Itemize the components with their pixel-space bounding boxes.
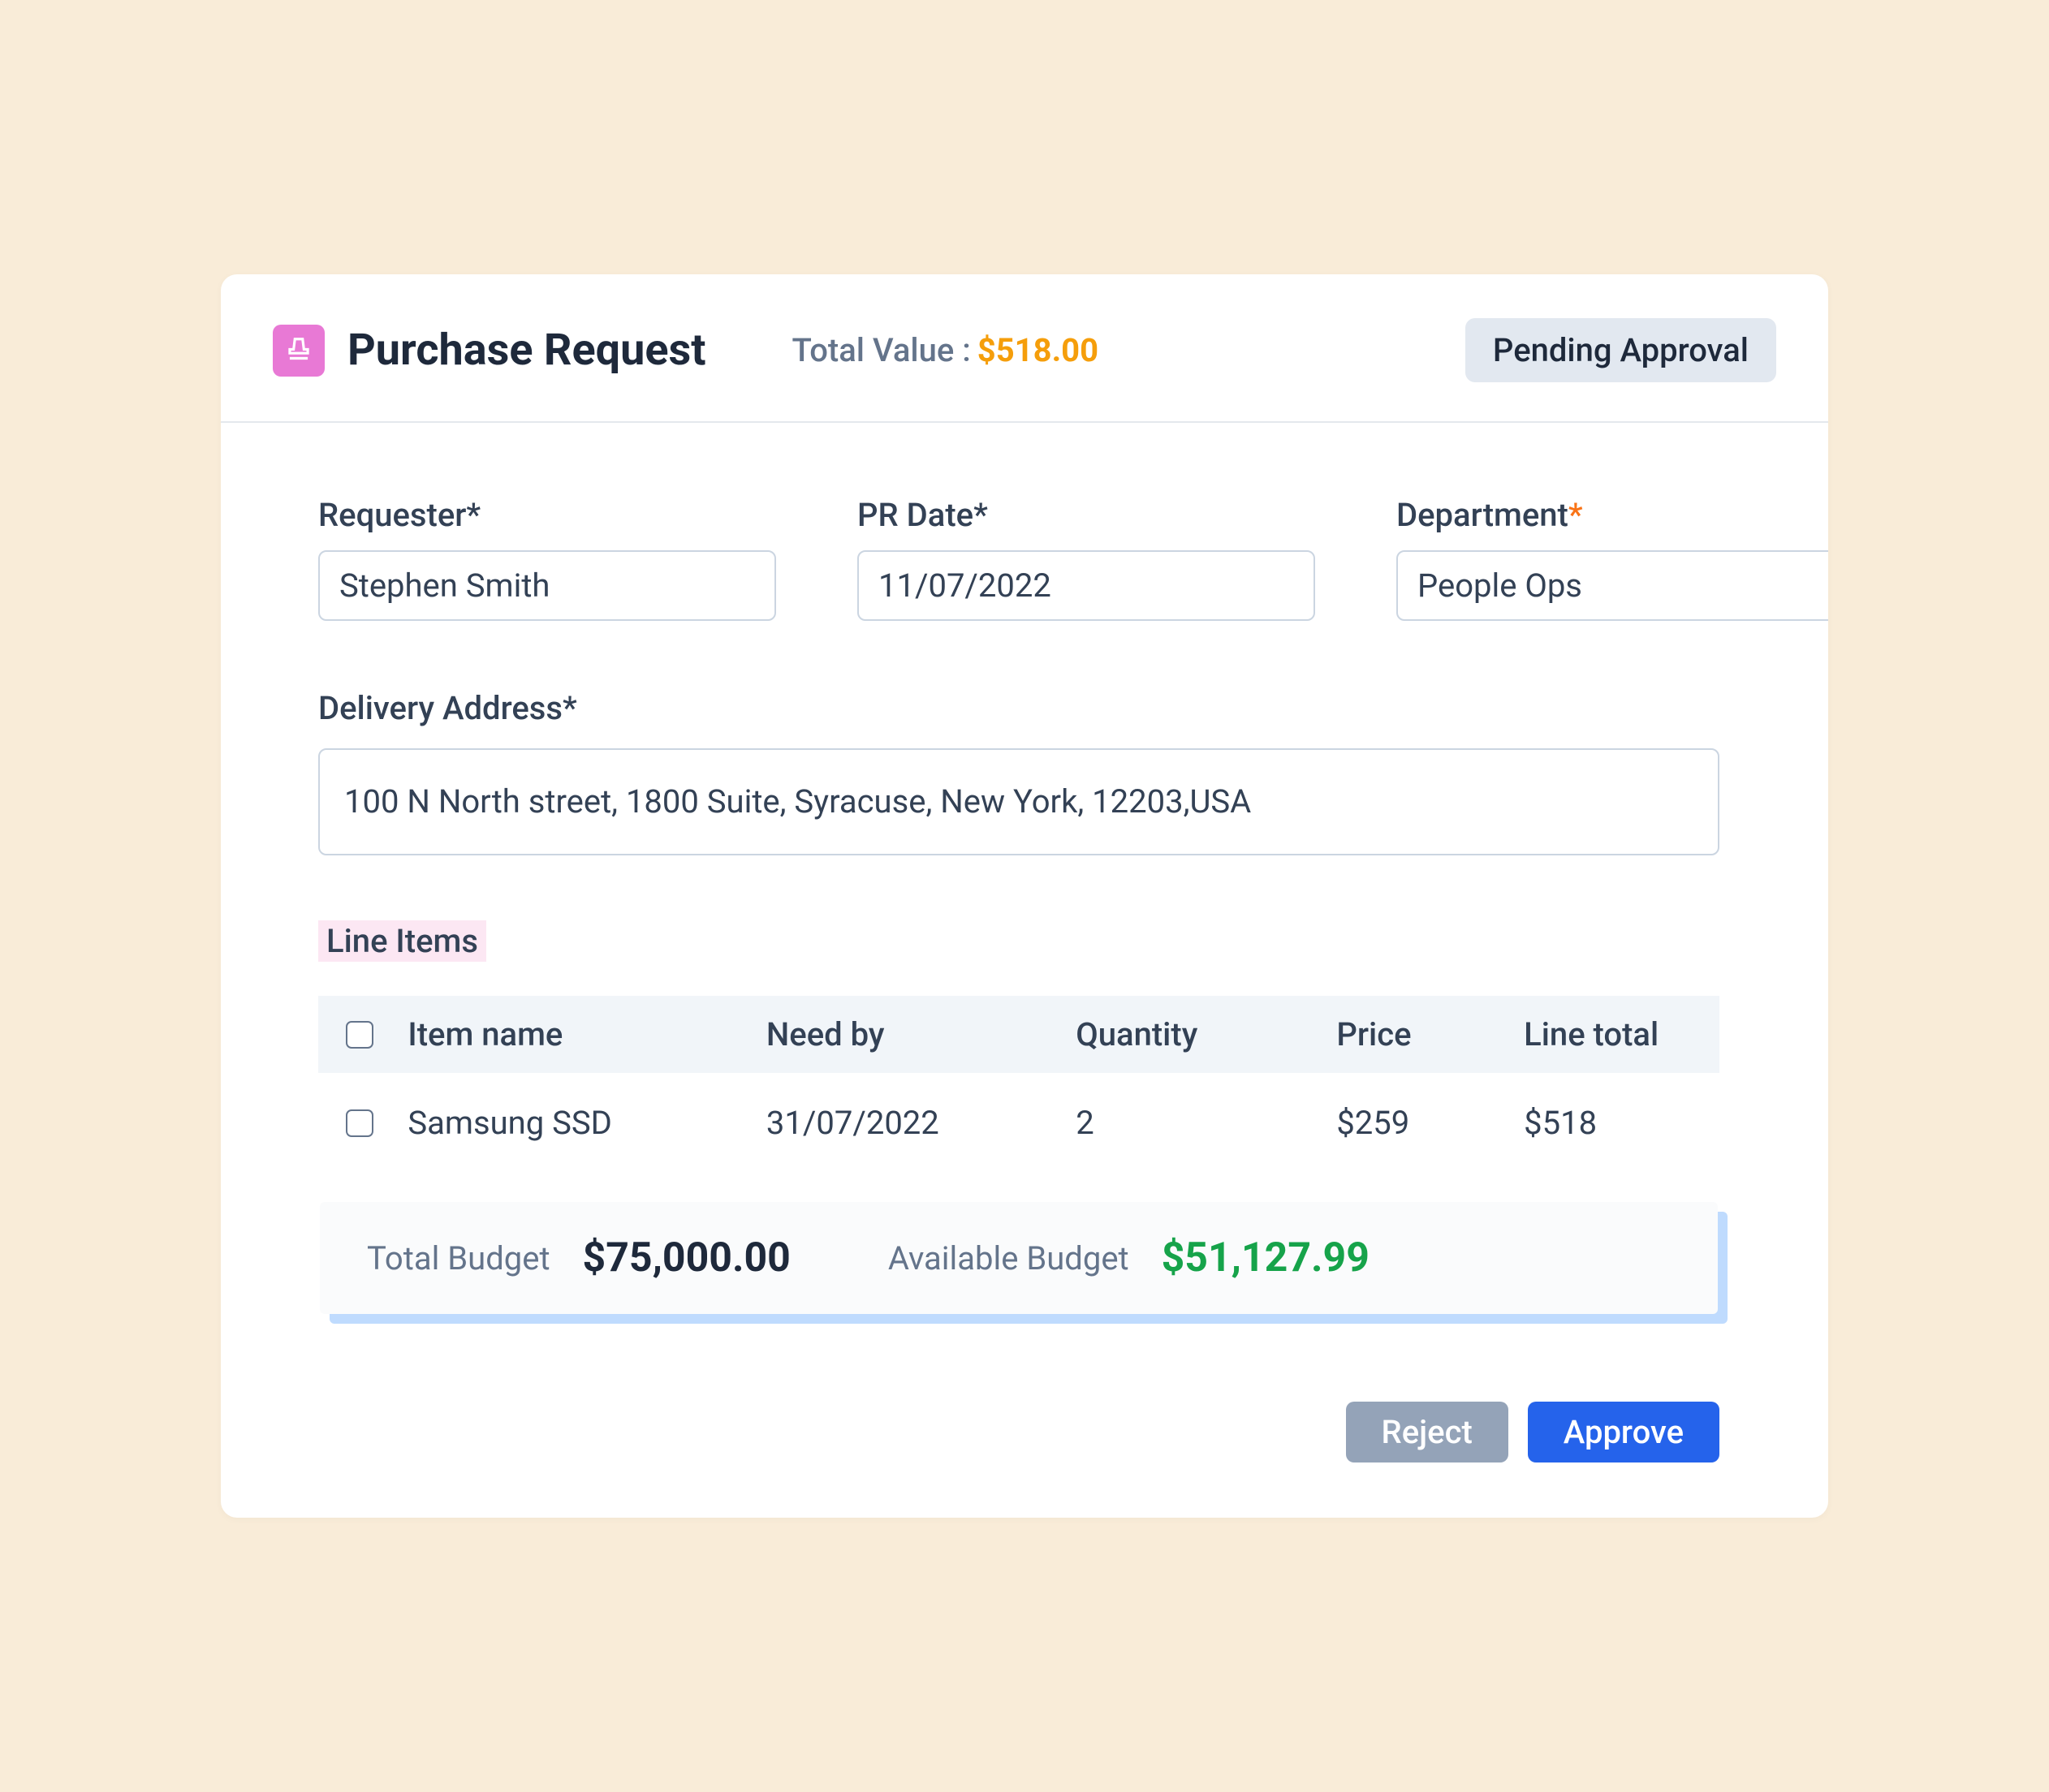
requester-input[interactable] bbox=[318, 550, 776, 621]
field-department: Department* bbox=[1396, 496, 1828, 621]
reject-button[interactable]: Reject bbox=[1346, 1402, 1508, 1462]
table-header-row: Item name Need by Quantity Price Line to… bbox=[318, 996, 1719, 1073]
row-checkbox[interactable] bbox=[346, 1109, 373, 1137]
total-value: Total Value : $518.00 bbox=[792, 331, 1099, 369]
total-budget-label: Total Budget bbox=[367, 1239, 550, 1277]
col-line-total: Line total bbox=[1524, 996, 1719, 1073]
label-pr-date: PR Date* bbox=[857, 496, 1315, 534]
label-address: Delivery Address* bbox=[318, 689, 1719, 727]
available-budget-value: $51,127.99 bbox=[1162, 1234, 1370, 1282]
cell-line-total: $518 bbox=[1524, 1073, 1719, 1173]
table-row: Samsung SSD 31/07/2022 2 $259 $518 bbox=[318, 1073, 1719, 1173]
card-body: Requester* PR Date* Department* Delivery… bbox=[221, 423, 1828, 1518]
pr-date-input[interactable] bbox=[857, 550, 1315, 621]
select-all-checkbox[interactable] bbox=[346, 1021, 373, 1049]
col-price: Price bbox=[1336, 996, 1524, 1073]
col-need-by: Need by bbox=[766, 996, 1076, 1073]
cell-price: $259 bbox=[1336, 1073, 1524, 1173]
action-bar: Reject Approve bbox=[318, 1402, 1719, 1462]
cell-item-name: Samsung SSD bbox=[408, 1073, 766, 1173]
field-pr-date: PR Date* bbox=[857, 496, 1315, 621]
label-department: Department* bbox=[1396, 496, 1828, 534]
page-title: Purchase Request bbox=[347, 325, 706, 376]
department-input[interactable] bbox=[1396, 550, 1828, 621]
line-items-title: Line Items bbox=[318, 920, 486, 962]
total-value-label: Total Value : bbox=[792, 331, 971, 369]
total-budget-value: $75,000.00 bbox=[583, 1234, 791, 1282]
cell-quantity: 2 bbox=[1076, 1073, 1336, 1173]
delivery-address-input[interactable]: 100 N North street, 1800 Suite, Syracuse… bbox=[318, 748, 1719, 855]
cell-need-by: 31/07/2022 bbox=[766, 1073, 1076, 1173]
budget-summary: Total Budget $75,000.00 Available Budget… bbox=[320, 1202, 1718, 1314]
field-requester: Requester* bbox=[318, 496, 776, 621]
purchase-request-card: Purchase Request Total Value : $518.00 P… bbox=[221, 274, 1828, 1518]
form-row: Requester* PR Date* Department* bbox=[318, 496, 1719, 621]
line-items-table: Item name Need by Quantity Price Line to… bbox=[318, 996, 1719, 1173]
approve-button[interactable]: Approve bbox=[1528, 1402, 1719, 1462]
card-header: Purchase Request Total Value : $518.00 P… bbox=[221, 274, 1828, 423]
available-budget-label: Available Budget bbox=[888, 1239, 1129, 1277]
col-item-name: Item name bbox=[408, 996, 766, 1073]
label-requester: Requester* bbox=[318, 496, 776, 534]
col-quantity: Quantity bbox=[1076, 996, 1336, 1073]
field-delivery-address: Delivery Address* 100 N North street, 18… bbox=[318, 689, 1719, 855]
stamp-icon bbox=[283, 335, 314, 366]
app-icon bbox=[273, 325, 325, 377]
total-value-amount: $518.00 bbox=[977, 331, 1098, 369]
status-badge: Pending Approval bbox=[1465, 318, 1776, 382]
required-mark: * bbox=[1568, 496, 1583, 534]
